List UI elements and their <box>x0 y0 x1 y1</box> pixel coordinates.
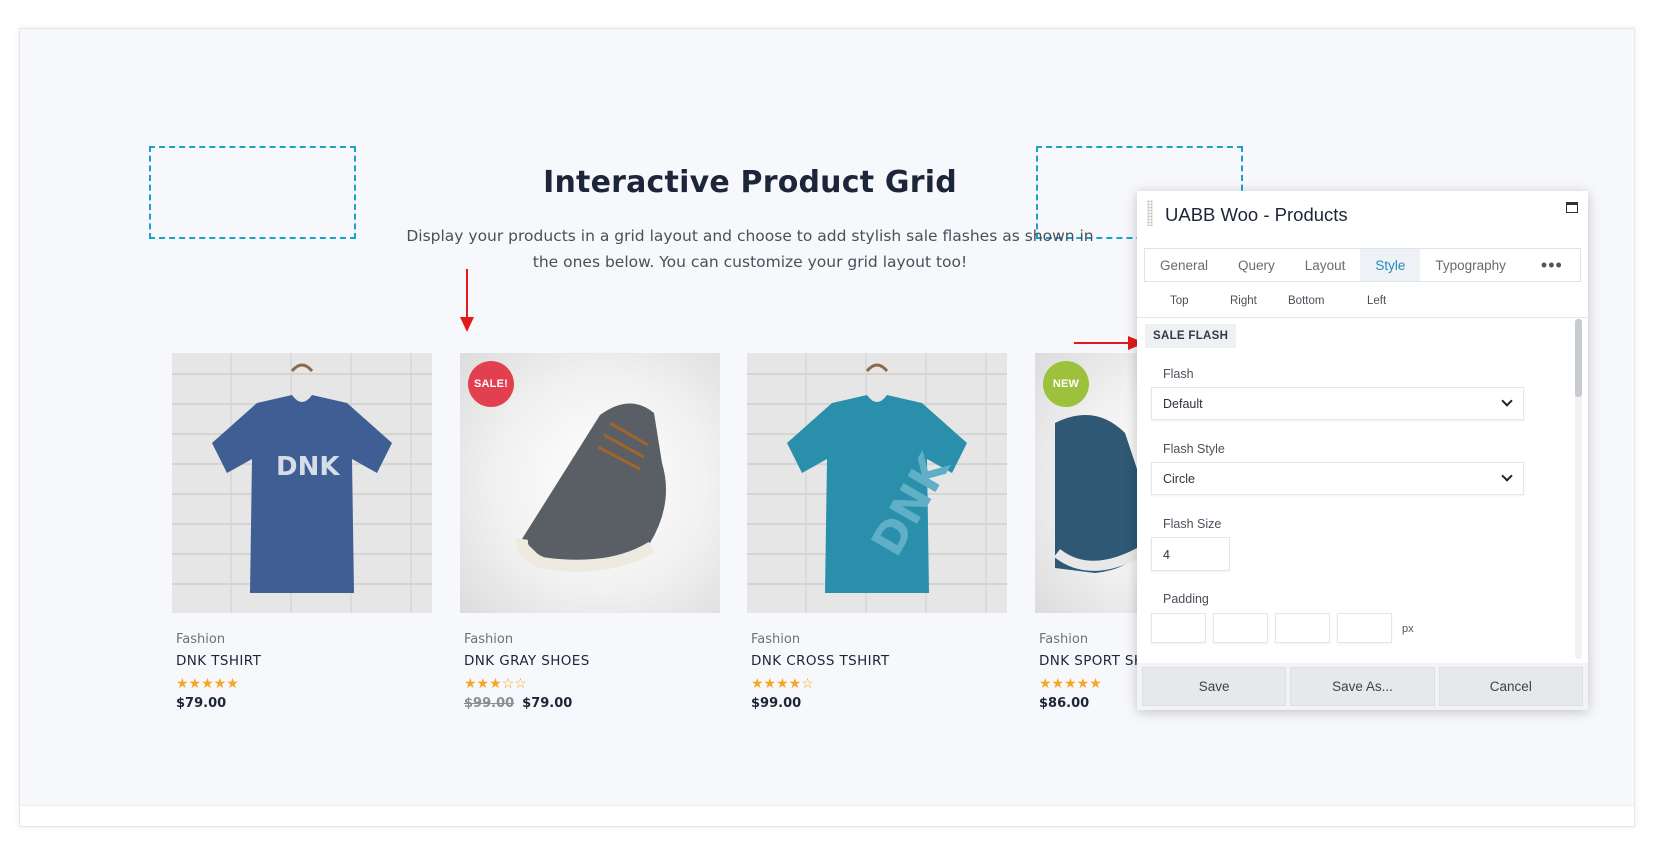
section-sale-flash: SALE FLASH <box>1145 324 1237 348</box>
placeholder-box-top-right[interactable] <box>966 28 1242 29</box>
panel-title: UABB Woo - Products <box>1165 204 1348 225</box>
price-current: $99.00 <box>751 696 802 711</box>
padding-top-input[interactable] <box>1151 613 1206 643</box>
flash-style-select-value: Circle <box>1163 472 1195 486</box>
tshirt-image: DNK <box>212 363 392 593</box>
side-label-right: Right <box>1230 295 1257 307</box>
product-rating-stars: ★★★★★ <box>176 675 239 691</box>
page-footer-strip <box>20 805 1634 826</box>
drag-handle-icon[interactable] <box>1147 200 1153 226</box>
panel-footer: Save Save As... Cancel <box>1137 663 1588 710</box>
tab-general[interactable]: General <box>1145 249 1223 281</box>
product-price: $99.00 <box>751 696 1007 711</box>
side-label-left: Left <box>1367 295 1387 307</box>
padding-bottom-input[interactable] <box>1275 613 1330 643</box>
flash-select[interactable]: Default <box>1151 387 1524 420</box>
chevron-down-icon <box>1501 470 1513 482</box>
cancel-button[interactable]: Cancel <box>1438 667 1583 706</box>
sale-flash-badge: SALE! <box>468 361 514 407</box>
flash-style-label: Flash Style <box>1163 442 1225 456</box>
product-title[interactable]: DNK GRAY SHOES <box>464 653 720 669</box>
product-image[interactable]: DNK <box>172 353 432 613</box>
save-as-button[interactable]: Save As... <box>1290 667 1435 706</box>
annotation-arrow-down <box>460 269 474 332</box>
price-current: $79.00 <box>522 696 573 711</box>
padding-unit[interactable]: px <box>1402 623 1414 635</box>
panel-scrollbar[interactable] <box>1575 319 1582 659</box>
panel-tabs: General Query Layout Style Typography ••… <box>1144 248 1581 282</box>
flash-label: Flash <box>1163 367 1194 381</box>
product-price: $79.00 <box>176 696 432 711</box>
padding-label: Padding <box>1163 592 1209 606</box>
product-title[interactable]: DNK CROSS TSHIRT <box>751 653 1007 669</box>
product-image[interactable]: DNK <box>747 353 1007 613</box>
padding-right-input[interactable] <box>1213 613 1268 643</box>
product-price: $99.00 $79.00 <box>464 696 720 711</box>
product-category: Fashion <box>176 632 226 647</box>
side-label-bottom: Bottom <box>1288 295 1325 307</box>
annotation-arrow-right <box>1074 336 1145 350</box>
page-title: Interactive Product Grid <box>543 165 957 200</box>
panel-body: SALE FLASH Flash Default Flash Style Cir… <box>1137 319 1588 659</box>
save-button[interactable]: Save <box>1142 667 1287 706</box>
product-image[interactable]: SALE! <box>460 353 720 613</box>
flash-size-label: Flash Size <box>1163 517 1222 531</box>
price-current: $79.00 <box>176 696 227 711</box>
product-title[interactable]: DNK TSHIRT <box>176 653 432 669</box>
padding-left-input[interactable] <box>1337 613 1392 643</box>
product-card[interactable]: DNK Fashion DNK TSHIRT ★★★★★ $79.00 <box>172 353 432 711</box>
tab-layout[interactable]: Layout <box>1290 249 1361 281</box>
product-rating-stars: ★★★☆☆ <box>464 675 527 691</box>
side-label-top: Top <box>1170 295 1189 307</box>
flash-size-input[interactable]: 4 <box>1151 537 1230 571</box>
dimension-side-labels: Top Right Bottom Left <box>1137 292 1588 318</box>
page-subtitle: Display your products in a grid layout a… <box>406 227 1094 271</box>
tab-typography[interactable]: Typography <box>1420 249 1521 281</box>
tshirt-image: DNK <box>787 363 967 593</box>
product-rating-stars: ★★★★☆ <box>751 675 814 691</box>
module-settings-panel: UABB Woo - Products General Query Layout… <box>1137 191 1588 710</box>
product-category: Fashion <box>464 632 514 647</box>
price-current: $86.00 <box>1039 696 1090 711</box>
flash-select-value: Default <box>1163 397 1203 411</box>
new-flash-badge: NEW <box>1043 361 1089 407</box>
tab-style[interactable]: Style <box>1360 249 1421 281</box>
product-card[interactable]: SALE! Fashion DNK GRAY SHOES ★★★☆☆ $99.0… <box>460 353 720 711</box>
chevron-down-icon <box>1501 395 1513 407</box>
flash-style-select[interactable]: Circle <box>1151 462 1524 495</box>
more-tabs-icon[interactable]: ••• <box>1521 249 1583 281</box>
price-old: $99.00 <box>464 696 515 711</box>
product-category: Fashion <box>751 632 801 647</box>
maximize-icon[interactable] <box>1566 202 1578 213</box>
svg-text:DNK: DNK <box>276 452 340 482</box>
tab-query[interactable]: Query <box>1223 249 1290 281</box>
scrollbar-thumb[interactable] <box>1575 319 1582 397</box>
placeholder-box-top-left[interactable] <box>151 28 427 29</box>
product-card[interactable]: DNK Fashion DNK CROSS TSHIRT ★★★★☆ $99.0… <box>747 353 1007 711</box>
placeholder-box-left[interactable] <box>149 146 356 239</box>
